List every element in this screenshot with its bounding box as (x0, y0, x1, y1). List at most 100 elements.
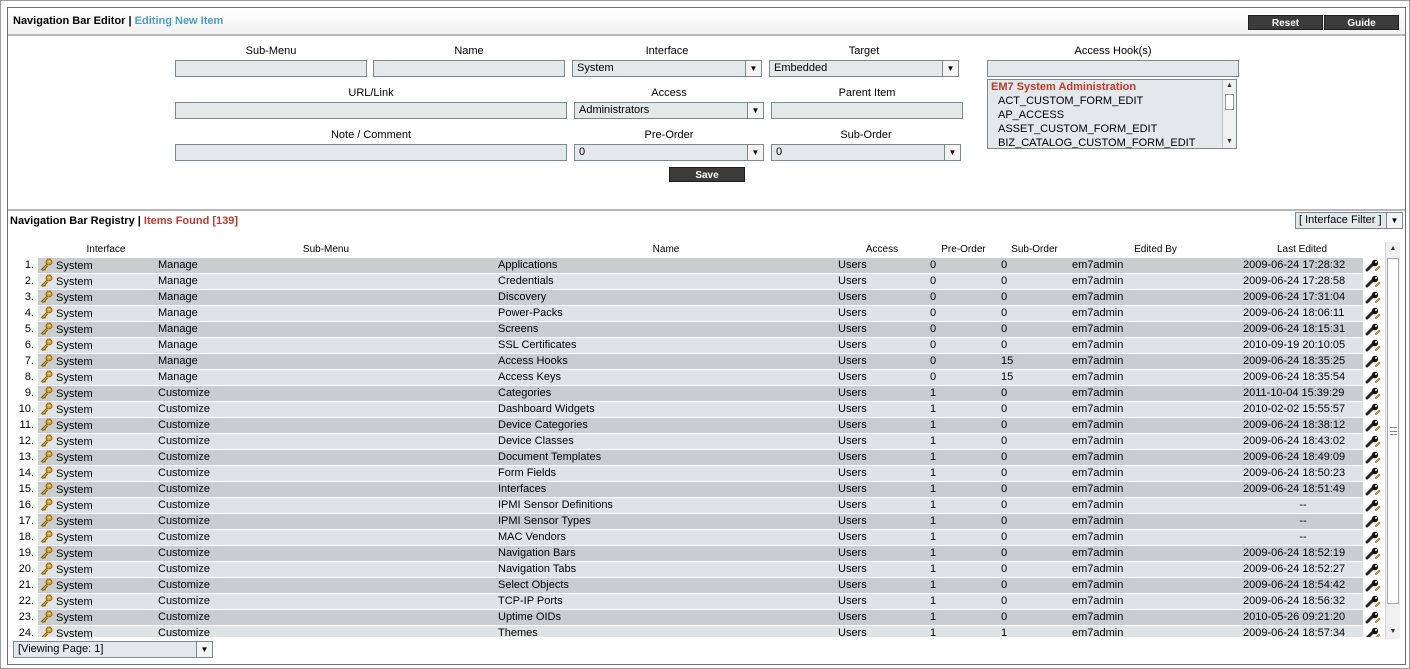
table-row[interactable]: 8. System Manage Access Keys Users 0 15 em7admi… (8, 370, 1383, 386)
table-row[interactable]: 13. System Customize Document Templates User… (8, 450, 1383, 466)
chevron-down-icon[interactable]: ▼ (747, 103, 763, 118)
save-button[interactable]: Save (669, 167, 745, 182)
scroll-down-icon[interactable]: ▼ (1386, 625, 1400, 639)
edit-wrench-icon[interactable] (1365, 402, 1381, 417)
scroll-up-icon[interactable]: ▲ (1386, 242, 1400, 256)
column-header-edited-by[interactable]: Edited By (1070, 244, 1241, 255)
table-row[interactable]: 23. System Customize Uptime OIDs Users 1 0 em7a… (8, 610, 1383, 626)
chevron-down-icon[interactable]: ▼ (944, 145, 960, 160)
hook-option[interactable]: ACT_CUSTOM_FORM_EDIT (988, 94, 1236, 108)
table-row[interactable]: 18. System Customize MAC Vendors Users 1 0 em7a… (8, 530, 1383, 546)
edit-wrench-icon[interactable] (1365, 530, 1381, 545)
edit-wrench-icon[interactable] (1365, 610, 1381, 625)
table-row[interactable]: 16. System Customize IPMI Sensor Definition… (8, 498, 1383, 514)
table-row[interactable]: 2. System Manage Credentials Users 0 0 em7admin… (8, 274, 1383, 290)
column-header-last-edited[interactable]: Last Edited (1241, 244, 1363, 255)
scroll-thumb[interactable] (1387, 258, 1399, 604)
edit-wrench-icon[interactable] (1365, 290, 1381, 305)
target-select[interactable]: Embedded ▼ (769, 60, 959, 77)
table-row[interactable]: 5. System Manage Screens Users 0 0 em7admin 2009… (8, 322, 1383, 338)
table-row[interactable]: 10. System Customize Dashboard Widgets Users… (8, 402, 1383, 418)
interface-filter-select[interactable]: [ Interface Filter ] ▼ (1295, 212, 1403, 229)
access-hooks-list[interactable]: EM7 System Administration ACT_CUSTOM_FOR… (987, 79, 1237, 149)
reset-button[interactable]: Reset (1248, 15, 1323, 30)
table-row[interactable]: 7. System Manage Access Hooks Users 0 15 em7adm… (8, 354, 1383, 370)
table-row[interactable]: 4. System Manage Power-Packs Users 0 0 em7admin… (8, 306, 1383, 322)
table-row[interactable]: 14. System Customize Form Fields Users 1 0 em7a… (8, 466, 1383, 482)
access-hooks-filter-field[interactable] (987, 60, 1239, 77)
edit-wrench-icon[interactable] (1365, 386, 1381, 401)
edit-wrench-icon[interactable] (1365, 306, 1381, 321)
name-field[interactable] (373, 60, 565, 77)
column-header-submenu[interactable]: Sub-Menu (156, 244, 496, 255)
column-header-preorder[interactable]: Pre-Order (928, 244, 999, 255)
table-row[interactable]: 20. System Customize Navigation Tabs Users 1 0… (8, 562, 1383, 578)
edit-wrench-icon[interactable] (1365, 450, 1381, 465)
edit-wrench-icon[interactable] (1365, 258, 1381, 273)
viewing-page-select[interactable]: [Viewing Page: 1] ▼ (13, 641, 213, 658)
edit-wrench-icon[interactable] (1365, 418, 1381, 433)
edit-wrench-icon[interactable] (1365, 578, 1381, 593)
suborder-select[interactable]: 0 ▼ (771, 144, 961, 161)
table-row[interactable]: 24. System Customize Themes Users 1 1 em7admin 2… (8, 626, 1383, 637)
scroll-thumb[interactable] (1225, 94, 1234, 110)
chevron-down-icon[interactable]: ▼ (745, 61, 761, 76)
table-row[interactable]: 21. System Customize Select Objects Users 1 0 e… (8, 578, 1383, 594)
table-row[interactable]: 11. System Customize Device Categories Users… (8, 418, 1383, 434)
key-icon (40, 450, 56, 464)
preorder-select[interactable]: 0 ▼ (574, 144, 764, 161)
table-scrollbar[interactable]: ▲ ▼ (1385, 242, 1400, 639)
edit-wrench-icon[interactable] (1365, 466, 1381, 481)
table-row[interactable]: 9. System Customize Categories Users 1 0 em7adm… (8, 386, 1383, 402)
hook-option[interactable]: BIZ_CATALOG_CUSTOM_FORM_EDIT (988, 136, 1236, 148)
access-select[interactable]: Administrators ▼ (574, 102, 764, 119)
table-row[interactable]: 6. System Manage SSL Certificates Users 0 0 em7… (8, 338, 1383, 354)
url-field[interactable] (175, 102, 567, 119)
key-icon (40, 370, 56, 384)
chevron-down-icon[interactable]: ▼ (196, 642, 212, 657)
chevron-down-icon[interactable]: ▼ (747, 145, 763, 160)
interface-select[interactable]: System ▼ (572, 60, 762, 77)
cell-interface: System (38, 290, 156, 305)
column-header-suborder[interactable]: Sub-Order (999, 244, 1070, 255)
hook-option[interactable]: ASSET_CUSTOM_FORM_EDIT (988, 122, 1236, 136)
table-row[interactable]: 22. System Customize TCP-IP Ports Users 1 0 em7… (8, 594, 1383, 610)
scroll-up-icon[interactable]: ▲ (1223, 80, 1236, 92)
cell-interface-text: System (56, 276, 93, 288)
submenu-field[interactable] (175, 60, 367, 77)
edit-wrench-icon[interactable] (1365, 514, 1381, 529)
edit-wrench-icon[interactable] (1365, 498, 1381, 513)
column-header-name[interactable]: Name (496, 244, 836, 255)
note-field[interactable] (175, 144, 567, 161)
column-header-interface[interactable]: Interface (38, 244, 174, 255)
cell-interface: System (38, 370, 156, 385)
edit-wrench-icon[interactable] (1365, 546, 1381, 561)
edit-wrench-icon[interactable] (1365, 370, 1381, 385)
edit-wrench-icon[interactable] (1365, 482, 1381, 497)
table-row[interactable]: 17. System Customize IPMI Sensor Types Users… (8, 514, 1383, 530)
column-header-access[interactable]: Access (836, 244, 928, 255)
table-row[interactable]: 12. System Customize Device Classes Users 1 0 e… (8, 434, 1383, 450)
table-row[interactable]: 19. System Customize Navigation Bars Users 1 0… (8, 546, 1383, 562)
table-row[interactable]: 1. System Manage Applications Users 0 0 em7admi… (8, 258, 1383, 274)
edit-wrench-icon[interactable] (1365, 322, 1381, 337)
table-row[interactable]: 3. System Manage Discovery Users 0 0 em7admin 20… (8, 290, 1383, 306)
edit-wrench-icon[interactable] (1365, 274, 1381, 289)
parent-item-field[interactable] (771, 102, 963, 119)
hooks-scrollbar[interactable]: ▲ ▼ (1222, 80, 1236, 148)
table-row[interactable]: 15. System Customize Interfaces Users 1 0 em7ad… (8, 482, 1383, 498)
scroll-down-icon[interactable]: ▼ (1223, 136, 1236, 148)
edit-wrench-icon[interactable] (1365, 354, 1381, 369)
chevron-down-icon[interactable]: ▼ (1386, 213, 1402, 228)
edit-wrench-icon[interactable] (1365, 594, 1381, 609)
edit-wrench-icon[interactable] (1365, 338, 1381, 353)
cell-preorder: 1 (928, 594, 999, 609)
cell-preorder: 0 (928, 354, 999, 369)
cell-suborder: 0 (999, 258, 1070, 273)
guide-button[interactable]: Guide (1324, 15, 1399, 30)
hook-option[interactable]: AP_ACCESS (988, 108, 1236, 122)
edit-wrench-icon[interactable] (1365, 434, 1381, 449)
edit-wrench-icon[interactable] (1365, 626, 1381, 637)
edit-wrench-icon[interactable] (1365, 562, 1381, 577)
chevron-down-icon[interactable]: ▼ (942, 61, 958, 76)
